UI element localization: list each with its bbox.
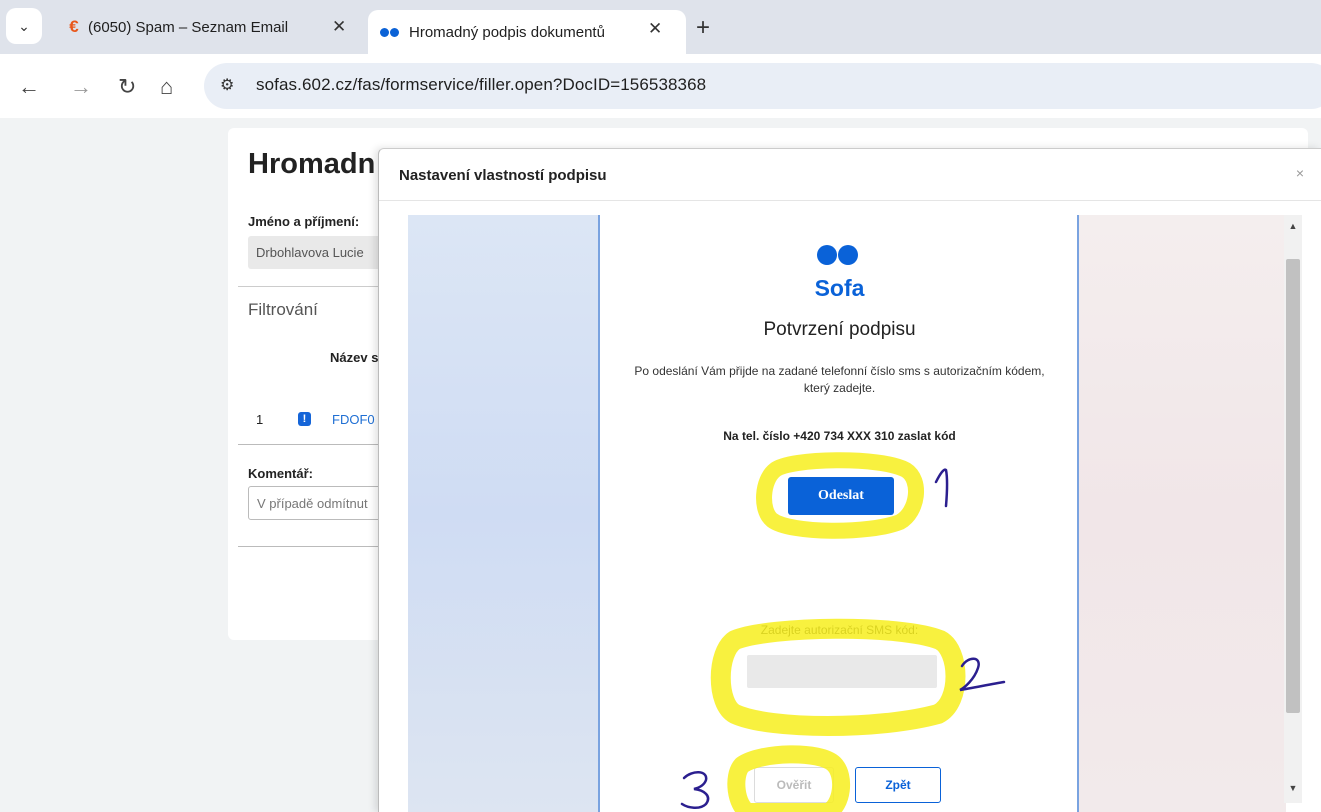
tab-search-button[interactable]: ⌄ [6,8,42,44]
scroll-up-icon[interactable]: ▲ [1284,221,1302,231]
sofa-dots-icon [380,27,399,37]
tab-spam-email[interactable]: € (6050) Spam – Seznam Email ✕ [60,10,360,44]
back-button[interactable]: Zpět [855,767,941,803]
confirmation-description: Po odeslání Vám přijde na zadané telefon… [634,364,1045,395]
sofa-logo-icon [817,245,858,265]
site-info-icon[interactable]: ⚙ [220,75,234,95]
scrollbar-thumb[interactable] [1286,259,1300,713]
divider [238,444,398,445]
dialog-title: Nastavení vlastností podpisu [399,167,607,184]
euro-icon: € [69,17,79,36]
phone-text: Na tel. číslo +420 734 XXX 310 zaslat kó… [723,429,956,443]
tab-bar: ⌄ € (6050) Spam – Seznam Email ✕ Hromadn… [0,0,1321,54]
close-icon[interactable]: × [1296,165,1304,181]
verify-button[interactable]: Ověřit [754,767,834,803]
warning-icon: ! [298,412,311,426]
row-number: 1 [256,412,264,427]
signature-settings-dialog: Nastavení vlastností podpisu × Sofa Potv… [378,148,1321,812]
close-icon[interactable]: ✕ [332,17,346,37]
document-link[interactable]: FDOF0 [332,412,375,427]
confirmation-panel: Sofa Potvrzení podpisu Po odeslání Vám p… [602,215,1077,812]
frame-left-panel [408,215,600,812]
divider [238,546,398,547]
scrollbar[interactable]: ▲ ▼ [1284,215,1302,803]
back-arrow-icon[interactable]: ← [18,74,40,100]
chevron-down-icon: ⌄ [18,17,30,34]
url-text[interactable]: sofas.602.cz/fas/formservice/filler.open… [256,75,706,95]
dialog-header: Nastavení vlastností podpisu × [379,149,1321,201]
scroll-down-icon[interactable]: ▼ [1284,783,1302,793]
filter-heading[interactable]: Filtrování [248,300,318,320]
comment-label: Komentář: [248,466,314,481]
home-icon[interactable]: ⌂ [160,74,173,100]
name-label: Jméno a příjmení: [248,214,360,229]
reload-icon[interactable]: ↻ [118,74,136,100]
column-header-name: Název s [330,350,379,365]
sms-code-label: Zadejte autorizační SMS kód: [760,623,919,637]
divider [238,286,398,287]
forward-arrow-icon[interactable]: → [70,74,92,100]
send-button[interactable]: Odeslat [788,477,894,515]
page-title: Hromadn [248,148,376,180]
tab-title: Hromadný podpis dokumentů [409,23,605,41]
sms-code-input[interactable] [747,655,937,688]
browser-toolbar: ← → ↻ ⌂ ⚙ sofas.602.cz/fas/formservice/f… [0,54,1321,118]
logo-text: Sofa [814,275,865,301]
address-bar[interactable]: ⚙ sofas.602.cz/fas/formservice/filler.op… [204,63,1321,109]
confirmation-heading: Potvrzení podpisu [763,319,916,340]
frame-right-panel [1077,215,1286,812]
signature-frame: Sofa Potvrzení podpisu Po odeslání Vám p… [408,215,1286,812]
tab-hromadny-podpis[interactable]: Hromadný podpis dokumentů ✕ [368,10,686,54]
new-tab-button[interactable]: + [696,14,710,42]
close-icon[interactable]: ✕ [648,19,662,39]
tab-title: (6050) Spam – Seznam Email [88,18,289,36]
